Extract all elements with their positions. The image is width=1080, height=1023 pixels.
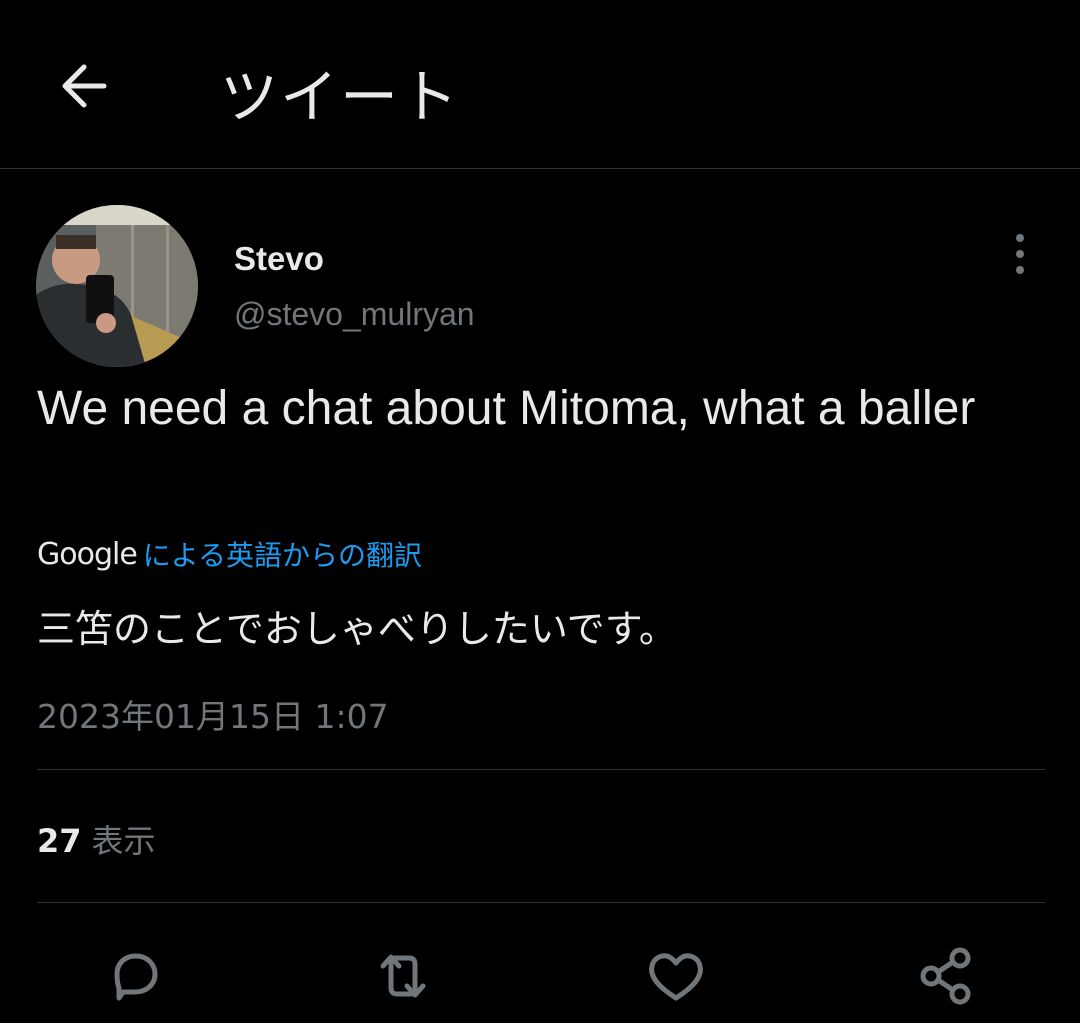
views-count: 27: [37, 822, 82, 860]
like-icon[interactable]: [644, 944, 708, 1008]
tweet-text: We need a chat about Mitoma, what a ball…: [37, 382, 976, 435]
user-handle[interactable]: @stevo_mulryan: [234, 296, 475, 333]
tweet-timestamp[interactable]: 2023年01月15日 1:07: [37, 690, 389, 738]
top-bar: ツイート: [0, 0, 1080, 169]
avatar[interactable]: [36, 205, 198, 367]
more-options-icon[interactable]: [1005, 232, 1035, 276]
retweet-icon[interactable]: [371, 944, 435, 1008]
back-arrow-icon[interactable]: [54, 56, 114, 116]
views-label: 表示: [91, 822, 156, 860]
translation-link[interactable]: による英語からの翻訳: [143, 534, 422, 574]
reply-icon[interactable]: [103, 944, 167, 1008]
share-icon[interactable]: [914, 944, 978, 1008]
divider: [37, 902, 1045, 903]
translation-attribution[interactable]: Google による英語からの翻訳: [37, 534, 422, 574]
views-stat[interactable]: 27 表示: [37, 816, 156, 862]
google-logo: Google: [37, 536, 138, 572]
display-name[interactable]: Stevo: [234, 240, 324, 278]
divider: [37, 769, 1045, 770]
page-title: ツイート: [220, 63, 461, 131]
translated-text: 三笘のことでおしゃべりしたいです。: [37, 607, 677, 651]
avatar-photo: [36, 205, 198, 367]
